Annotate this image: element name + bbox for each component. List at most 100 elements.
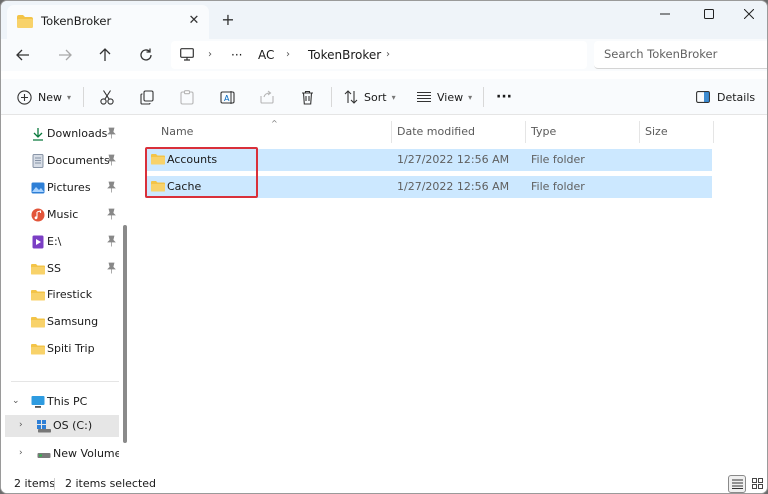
chevron-right-icon[interactable]: › [19,420,23,430]
sidebar-item-this-pc[interactable]: ⌄ This PC [1,391,119,413]
sort-icon [344,90,358,104]
pin-icon [107,181,116,193]
column-divider[interactable] [713,121,714,143]
new-label: New [38,90,62,104]
sidebar-item-firestick[interactable]: Firestick [1,284,119,306]
sidebar-scrollbar[interactable] [121,119,129,471]
maximize-button[interactable] [693,4,725,24]
title-bar: TokenBroker ✕ + [1,1,767,39]
file-explorer-window: TokenBroker ✕ + › ··· AC › TokenBroker ›… [0,0,768,494]
sidebar-item-label: Downloads [47,127,108,140]
sidebar-item-label: Pictures [47,181,91,194]
column-header-size[interactable]: Size [645,125,668,138]
column-header-date[interactable]: Date modified [397,125,475,138]
close-icon [743,8,755,20]
close-window-button[interactable] [733,4,765,24]
sidebar-item-label: Firestick [47,288,93,301]
chevron-right-icon[interactable]: › [19,448,23,458]
sidebar-item-documents[interactable]: Documents [1,150,119,172]
new-button[interactable]: New ▾ [17,87,71,107]
plus-circle-icon [17,89,32,105]
file-list: ^ Name Date modified Type Size Accounts … [131,119,767,471]
tab-tokenbroker[interactable]: TokenBroker ✕ [7,5,209,39]
new-tab-icon[interactable]: + [219,11,237,29]
column-divider[interactable] [639,121,640,143]
sidebar-item-label: This PC [47,395,88,408]
chevron-down-icon: ▾ [391,92,396,102]
sidebar-item-samsung[interactable]: Samsung [1,311,119,333]
minimize-button[interactable] [649,4,681,24]
file-date: 1/27/2022 12:56 AM [397,153,510,166]
scrollbar-thumb[interactable] [123,225,127,443]
column-divider[interactable] [391,121,392,143]
back-button[interactable] [11,44,35,66]
refresh-button[interactable] [134,44,158,66]
tiles-view-icon [752,478,763,489]
sidebar-item-label: SS [47,262,61,275]
forward-button[interactable] [53,44,77,66]
breadcrumb-overflow[interactable]: ··· [231,48,242,62]
download-icon [33,128,43,141]
pin-icon [107,208,116,220]
paste-button[interactable] [180,87,194,107]
view-button[interactable]: View ▾ [417,87,472,107]
column-header-name[interactable]: Name [161,125,193,138]
column-divider[interactable] [525,121,526,143]
search-box[interactable] [594,41,767,69]
toolbar-divider [483,87,484,107]
status-bar: 2 items 2 items selected [1,473,767,493]
item-count: 2 items [14,477,56,490]
svg-text:A: A [224,94,230,103]
delete-button[interactable] [301,87,314,107]
tiles-view-button[interactable] [749,475,767,493]
maximize-icon [704,9,714,19]
selected-count: 2 items selected [65,477,157,490]
computer-icon [31,396,45,408]
sidebar-item-ss[interactable]: SS [1,258,119,280]
folder-icon [31,344,45,355]
pin-icon [107,127,116,139]
details-view-button[interactable] [728,475,746,493]
sort-ascending-icon: ^ [271,119,278,128]
pin-icon [107,235,116,247]
paste-icon [180,89,194,105]
rename-icon: A [220,90,235,104]
breadcrumb-ac[interactable]: AC [258,48,274,62]
pin-icon [107,154,116,166]
details-view-icon [732,479,743,489]
details-button[interactable]: Details [696,87,755,107]
more-options-button[interactable]: ··· [496,87,512,107]
rename-button[interactable]: A [220,87,236,107]
sidebar-item-pictures[interactable]: Pictures [1,177,119,199]
sort-button[interactable]: Sort ▾ [344,87,396,107]
column-header-type[interactable]: Type [531,125,556,138]
folder-icon [31,317,45,328]
details-pane-icon [696,91,710,103]
computer-icon [180,48,194,61]
trash-icon [302,90,313,105]
sidebar-item-music[interactable]: Music [1,204,119,226]
address-bar[interactable]: › ··· AC › TokenBroker › [171,41,587,69]
up-button[interactable] [93,44,117,66]
close-tab-icon[interactable]: ✕ [185,12,203,30]
navigation-bar: › ··· AC › TokenBroker › [1,39,767,71]
sidebar-item-spiti-trip[interactable]: Spiti Trip [1,338,119,360]
share-button[interactable] [260,87,274,107]
sidebar-item-downloads[interactable]: Downloads [1,123,119,145]
chevron-down-icon[interactable]: ⌄ [12,396,20,406]
cut-button[interactable] [100,87,114,107]
search-input[interactable] [604,47,764,61]
breadcrumb-tokenbroker[interactable]: TokenBroker [308,48,381,62]
tab-title: TokenBroker [41,14,112,28]
sidebar-item-label: Samsung [47,315,99,328]
sidebar-item-drive-e[interactable]: E:\ [1,231,119,253]
share-icon [260,90,274,104]
navigation-pane: Downloads Documents Pictures Music E:\ S… [1,119,131,471]
sidebar-item-os-c[interactable]: › OS (C:) [5,415,119,437]
drive-e-icon [32,235,44,249]
pin-icon [107,262,116,274]
sidebar-item-new-volume[interactable]: › New Volume (E [5,443,119,465]
highlight-box [145,147,258,198]
toolbar-divider [331,87,332,107]
copy-button[interactable] [140,87,154,107]
